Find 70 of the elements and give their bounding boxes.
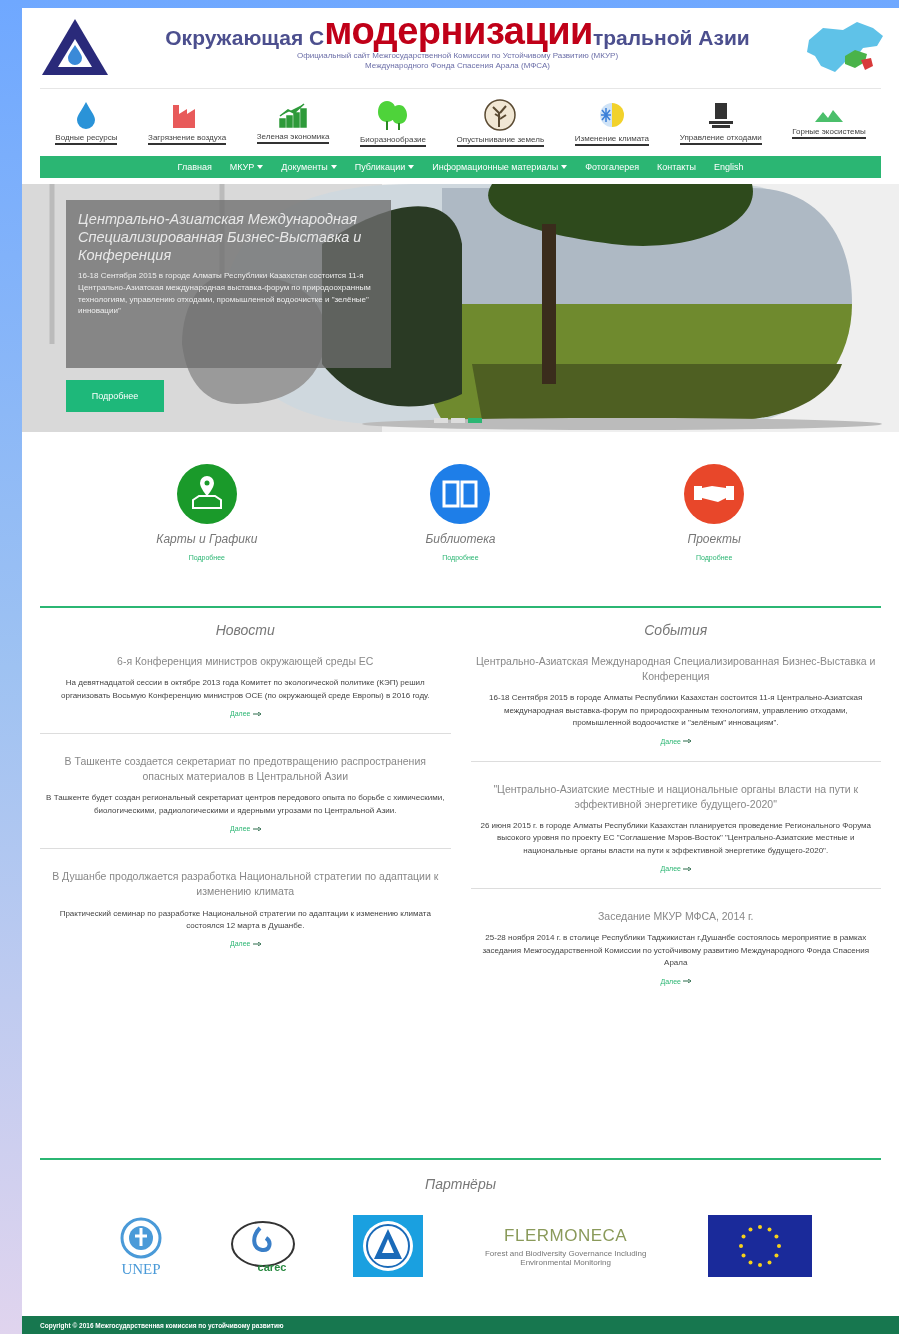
more-button[interactable]: Подробнее [66,380,164,412]
nav-item[interactable]: МКУР [229,162,264,172]
nav-item[interactable]: English [713,162,744,172]
bar-chart-icon [278,101,309,128]
site-subtitle: Международного Фонда Спасения Арала (МФСА) [365,61,550,70]
topic-link[interactable]: Водные ресурсы [55,100,118,145]
map-pin-icon[interactable] [176,464,237,524]
handshake-icon[interactable] [684,464,745,524]
topic-label: Зеленая экономика [256,131,330,141]
topic-label: Изменение климата [574,133,650,143]
article-text: На девятнадцатой сессии в октябре 2013 года Комитет по экологической политике (КЭП) решил организовать Восьмую Конференцию министров ОСЕ (по окружающей среде Европы) в 2016 году. [60,677,431,702]
arrow-icon [252,941,261,946]
column-heading: Новости [214,621,276,640]
unep-logo[interactable]: UNEP [109,1214,174,1278]
article-text: 16-18 Сентября 2015 в городе Алматы Республики Казахстан состоится 11-я Центрально-Азиатская международная выставка-форум по природоохранным технологиям, управлению отходами, промышленной водоочистке и "зелёным" инновациям". [488,692,864,730]
slide-title: Центрально-Азиатская Международная Специализированная Бизнес-Выставка и Конференция [78,210,363,265]
topic-link[interactable]: Управление отходами [679,100,762,145]
caret-icon [561,165,568,169]
topic-label: Управление отходами [679,132,762,142]
feature-title: Библиотека [425,532,496,546]
nav-item[interactable]: Информационные материалы [432,162,568,172]
water-drop-icon [75,100,98,129]
article-title[interactable]: В Ташкенте создается секретариат по предотвращению распространения опасных материалов в Центральной Азии [44,754,447,785]
feature-title: Проекты [687,532,741,546]
topic-link[interactable]: Загрязнение воздуха [148,100,227,145]
flermoneca-logo[interactable]: FLERMONECA Forest and Biodiversity Governance Including Environmental Monitoring [480,1225,651,1267]
nav-item[interactable]: Контакты [657,162,696,172]
triangle-emblem-logo[interactable] [353,1215,424,1277]
site-subtitle: Официальный сайт Межгосударственной Комиссии по Устойчивому Развитию (МКУР) [296,51,619,60]
topic-link[interactable]: Зеленая экономика [256,101,330,144]
arrow-icon [683,866,691,871]
article-title[interactable]: "Центрально-Азиатские местные и национальные органы власти на пути к эффективной энергетике будущего-2020" [474,781,877,813]
article-text: Практический семинар по разработке Национальной стратегии по адаптации к изменению климата состоялся 12 марта в Душанбе. [58,907,432,933]
caret-icon [408,165,415,169]
nav-item[interactable]: Публикации [354,162,415,172]
partners-heading: Партнёры [425,1175,496,1194]
arrow-icon [683,979,691,984]
overlay-word: модернизации [324,12,593,50]
site-title: тральной Азии [593,26,750,49]
tree-icon [484,98,517,131]
article-text: 25-28 ноября 2014 г. в столице Республики Таджикистан г.Душанбе состоялось мероприятие в рамках заседания Межгосударственной Комиссии по устойчивому развитию Международного Фонда Спасения Арала [481,932,871,970]
topic-label: Опустынивание земель [456,134,545,144]
topic-link[interactable]: Опустынивание земель [456,98,545,147]
article-text: 26 июня 2015 г. в городе Алматы Республики Казахстан планируется проведение Регионального Форума высокого уровня по проекту ЕС "Соглашение Мэров-Восток" "Центрально-Азиатские местные и национальные органы власти на пути к эффективной энергетике будущего-2020". [479,820,872,857]
article-title[interactable]: В Душанбе продолжается разработка Национальной стратегии по адаптации к изменению климата [44,869,447,900]
topic-link[interactable]: Биоразнообразие [360,98,426,147]
nav-item[interactable]: Документы [281,162,337,172]
caret-icon [257,165,264,169]
site-title: Окружающая С [165,26,325,49]
topic-label: Горные экосистемы [792,126,866,136]
article-text: В Ташкенте будет создан региональный секретариат центров передового опыта по борьбе с химическими, биологическими, радиологическими и ядерными угрозами по Центральной Азии. [45,792,446,817]
feature-title: Карты и Графики [156,532,258,546]
slide-text: 16-18 Сентября 2015 в городе Алматы Республики Казахстан состоится 11-я Центрально-Азиатская международная выставка-форум по природоохранным технологиям, управлению отходами, промышленной водоочистке и "зелёные" инновации" [78,270,372,317]
topic-label: Водные ресурсы [55,132,118,142]
arrow-icon [252,826,261,831]
nav-item[interactable]: Фотогалерея [585,162,640,172]
topic-link[interactable]: Изменение климата [574,99,650,146]
article-title[interactable]: 6-я Конференция министров окружающей среды ЕС [117,654,374,670]
arrow-icon [252,711,261,716]
topic-link[interactable]: Горные экосистемы [792,106,866,139]
nav-item[interactable]: Главная [177,162,212,172]
arrow-icon [683,739,691,744]
topic-label: Загрязнение воздуха [148,132,227,142]
article-title[interactable]: Заседание МКУР МФСА, 2014 г. [597,909,754,925]
topic-label: Биоразнообразие [360,134,426,144]
caret-icon [330,165,337,169]
eu-flag-logo[interactable] [707,1215,812,1277]
article-title[interactable]: Центрально-Азиатская Международная Специализированная Бизнес-Выставка и Конференция [474,654,877,685]
column-heading: События [643,621,709,640]
book-icon[interactable] [430,464,491,524]
